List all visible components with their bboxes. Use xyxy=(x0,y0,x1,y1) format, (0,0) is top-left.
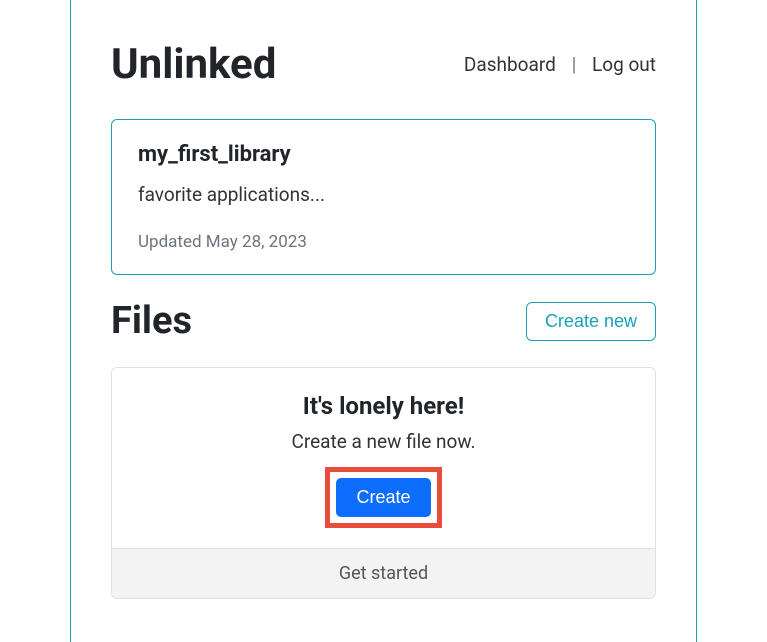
header: Unlinked Dashboard | Log out xyxy=(111,40,656,89)
nav-divider: | xyxy=(572,53,576,76)
library-name: my_first_library xyxy=(138,142,629,167)
files-heading: Files xyxy=(111,299,192,343)
empty-title: It's lonely here! xyxy=(132,392,635,420)
library-card[interactable]: my_first_library favorite applications..… xyxy=(111,119,656,275)
create-new-button[interactable]: Create new xyxy=(526,302,656,341)
nav-logout[interactable]: Log out xyxy=(592,53,656,76)
brand-link[interactable]: Unlinked xyxy=(111,40,276,89)
empty-subtitle: Create a new file now. xyxy=(132,430,635,453)
nav: Dashboard | Log out xyxy=(464,53,656,76)
nav-dashboard[interactable]: Dashboard xyxy=(464,53,556,76)
files-empty-card: It's lonely here! Create a new file now.… xyxy=(111,367,656,599)
files-header: Files Create new xyxy=(111,299,656,343)
create-file-button[interactable]: Create xyxy=(336,478,430,517)
main-container: Unlinked Dashboard | Log out my_first_li… xyxy=(70,0,697,642)
files-empty-body: It's lonely here! Create a new file now.… xyxy=(112,368,655,548)
library-description: favorite applications... xyxy=(138,183,629,206)
library-updated: Updated May 28, 2023 xyxy=(138,232,629,252)
create-button-highlight: Create xyxy=(325,467,441,528)
empty-footer[interactable]: Get started xyxy=(112,548,655,598)
